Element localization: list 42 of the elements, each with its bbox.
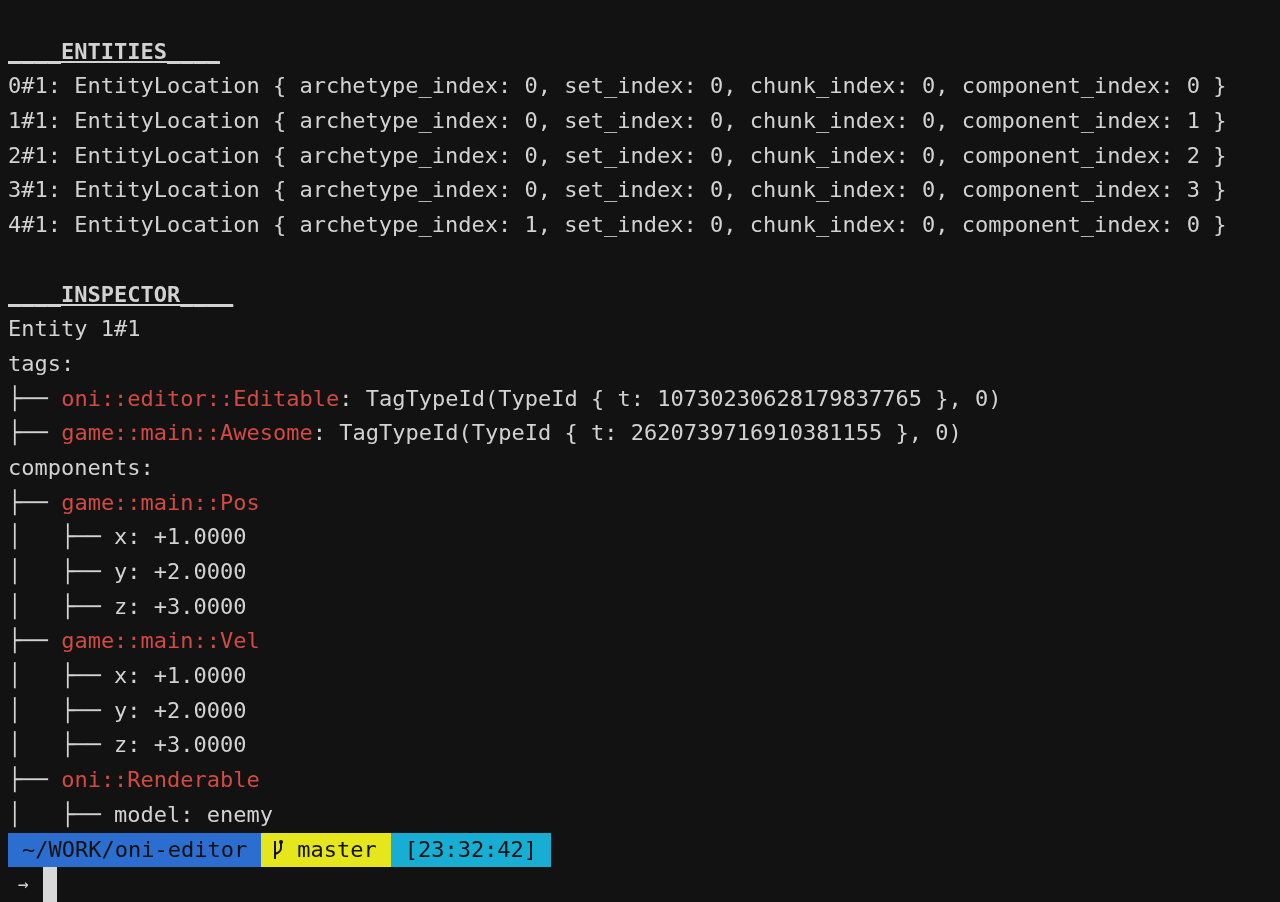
field-value: z: +3.0000	[114, 592, 247, 621]
tree-connector: │ ├──	[8, 730, 101, 760]
field-value: y: +2.0000	[114, 558, 247, 586]
field-value: y: +2.0000	[114, 696, 247, 725]
tag-value: : TagTypeId(TypeId { t: 10730230628179837765 }, 0)	[339, 384, 1002, 413]
entity-location-line: 0#1: EntityLocation { archetype_index: 0, set_index: 0, chunk_index: 0, component_index: 0 }	[8, 72, 1227, 101]
entity-label: Entity 1#1	[8, 315, 141, 344]
tree-connector: │ ├──	[8, 522, 101, 552]
tag-name: game::main::Awesome	[61, 419, 313, 448]
tree-connector: ├──	[8, 488, 48, 518]
entity-location-line: 2#1: EntityLocation { archetype_index: 0, set_index: 0, chunk_index: 0, component_index: 2 }	[8, 141, 1227, 170]
field-value: x: +1.0000	[114, 662, 247, 691]
entity-location-line: 3#1: EntityLocation { archetype_index: 0, set_index: 0, chunk_index: 0, component_index: 3 }	[8, 176, 1227, 205]
time-segment: [23:32:42]	[390, 832, 552, 867]
tree-connector: │ ├──	[8, 800, 101, 830]
section-heading: ____ENTITIES____	[8, 37, 220, 66]
tree-connector: │ ├──	[8, 592, 101, 622]
tree-connector: ├──	[8, 384, 48, 414]
tag-value: : TagTypeId(TypeId { t: 2620739716910381155 }, 0)	[312, 419, 962, 448]
tags-label: tags:	[8, 349, 75, 378]
field-value: x: +1.0000	[114, 523, 247, 552]
component-name: oni::Renderable	[61, 766, 260, 795]
prompt-arrow: →	[18, 872, 29, 897]
section-heading: ____INSPECTOR____	[8, 280, 234, 309]
components-label: components:	[8, 453, 154, 482]
field-value: model: enemy	[114, 800, 274, 829]
tree-connector: ├──	[8, 765, 48, 795]
tag-name: oni::editor::Editable	[61, 384, 340, 413]
tree-connector: │ ├──	[8, 557, 101, 587]
entity-location-line: 1#1: EntityLocation { archetype_index: 0, set_index: 0, chunk_index: 0, component_index: 1 }	[8, 107, 1227, 136]
tree-connector: ├──	[8, 626, 48, 656]
tree-connector: │ ├──	[8, 696, 101, 726]
entity-location-line: 4#1: EntityLocation { archetype_index: 1, set_index: 0, chunk_index: 0, component_index: 0 }	[8, 211, 1227, 240]
path-segment: ~/WORK/oni-editor	[8, 832, 262, 867]
branch-segment: master	[261, 832, 391, 867]
git-branch-icon	[271, 837, 286, 862]
tree-connector: ├──	[8, 418, 48, 448]
component-name: game::main::Vel	[61, 627, 260, 656]
component-name: game::main::Pos	[61, 488, 260, 517]
tree-connector: │ ├──	[8, 661, 101, 691]
field-value: z: +3.0000	[114, 731, 247, 760]
text-cursor	[42, 867, 57, 902]
